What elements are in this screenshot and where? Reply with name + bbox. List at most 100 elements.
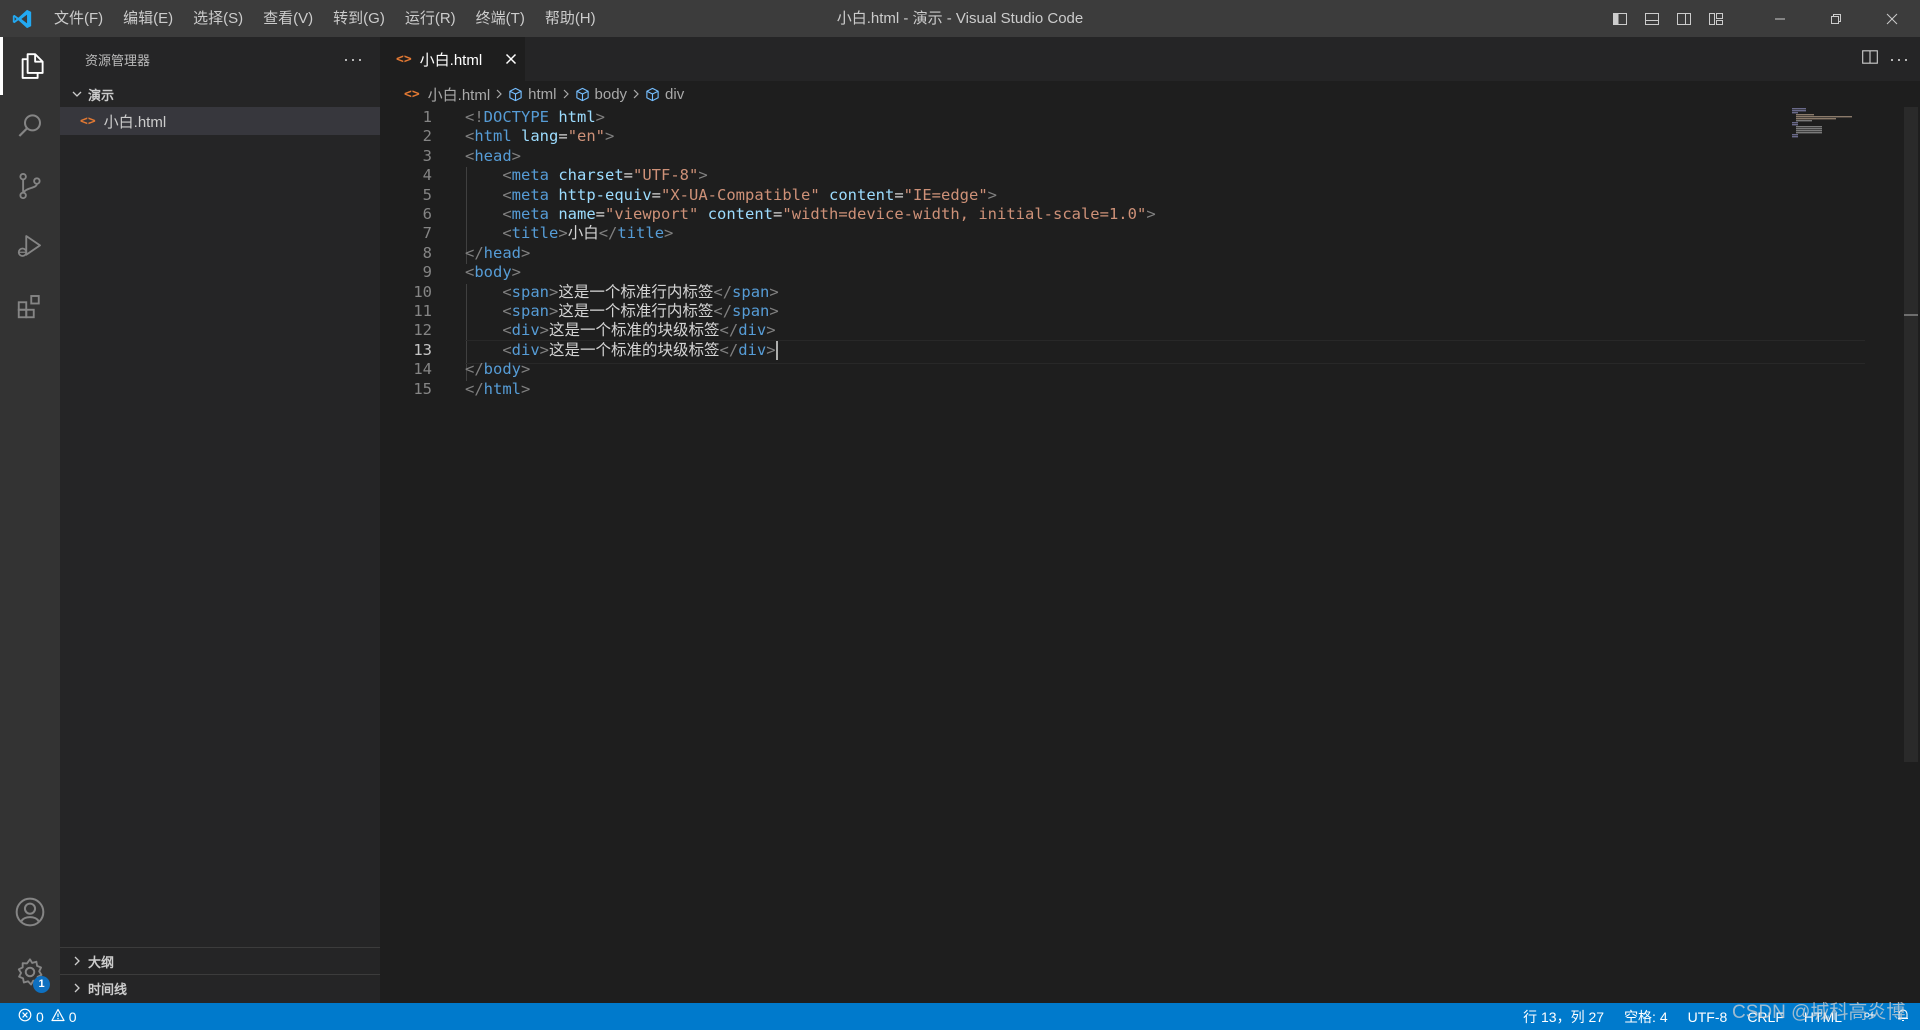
code-editor[interactable]: 1 <!DOCTYPE html> 2 <html lang="en"> 3 <head>… — [380, 107, 1900, 1003]
cursor-position[interactable]: 行 13，列 27 — [1513, 1007, 1614, 1027]
breadcrumb-html[interactable]: html — [508, 85, 557, 103]
split-editor-icon[interactable] — [1861, 48, 1879, 70]
problems-indicator[interactable]: 0 0 — [0, 1008, 77, 1025]
code-token: > — [595, 108, 606, 126]
html-file-icon: <> — [396, 51, 412, 67]
breadcrumb-file[interactable]: <> 小白.html — [404, 84, 490, 105]
code-token: title — [617, 224, 665, 243]
code-token: "en" — [567, 127, 606, 146]
code-token: > — [521, 379, 531, 398]
code-token: </ — [598, 224, 618, 243]
code-token: < — [502, 185, 512, 204]
code-token: content — [707, 205, 774, 223]
code-token: = — [773, 205, 783, 223]
minimize-button[interactable] — [1752, 0, 1808, 37]
code-token: DOCTYPE — [483, 108, 549, 126]
code-token: > — [511, 146, 522, 165]
error-icon — [18, 1008, 32, 1025]
menu-item-7[interactable]: 帮助(H) — [535, 0, 606, 37]
chevron-right-icon — [66, 982, 88, 994]
explorer-icon[interactable] — [0, 37, 60, 95]
breadcrumb-body-label: body — [594, 85, 628, 103]
menu-item-0[interactable]: 文件(F) — [44, 0, 113, 37]
code-token: head — [483, 243, 521, 262]
timeline-section[interactable]: 时间线 — [60, 974, 380, 1001]
scrollbar-cursor-marker — [1904, 314, 1918, 316]
restore-button[interactable] — [1808, 0, 1864, 37]
file-item-xiaobai[interactable]: <> 小白.html — [60, 107, 380, 135]
indentation[interactable]: 空格: 4 — [1614, 1007, 1678, 1027]
code-token: html — [558, 108, 596, 126]
code-token: <! — [465, 108, 484, 126]
menu-item-2[interactable]: 选择(S) — [183, 0, 253, 37]
code-token: body — [474, 263, 512, 282]
folder-label: 演示 — [88, 87, 115, 103]
menu-item-5[interactable]: 运行(R) — [395, 0, 466, 37]
file-label: 小白.html — [103, 113, 167, 131]
toggle-panel-icon[interactable] — [1636, 0, 1668, 37]
code-token: < — [502, 321, 512, 340]
symbol-element-icon — [575, 87, 590, 102]
breadcrumb-body[interactable]: body — [575, 85, 628, 103]
menu-item-4[interactable]: 转到(G) — [323, 0, 395, 37]
toggle-secondary-sidebar-icon[interactable] — [1668, 0, 1700, 37]
settings-gear-icon[interactable]: 1 — [0, 943, 60, 1001]
code-token: > — [549, 302, 559, 320]
run-debug-icon[interactable] — [0, 217, 60, 275]
breadcrumb-html-label: html — [528, 85, 557, 103]
code-token: html — [474, 127, 512, 146]
code-token: "width=device-width, initial-scale=1.0" — [782, 205, 1147, 223]
code-token: content — [829, 185, 895, 204]
code-token: charset — [558, 166, 624, 185]
code-token: < — [465, 263, 475, 282]
chevron-right-icon — [494, 89, 504, 99]
code-token: 这是一个标准行内标签 — [558, 302, 714, 320]
code-token: < — [502, 166, 512, 185]
editor-scrollbar[interactable] — [1904, 107, 1918, 762]
close-icon[interactable] — [502, 50, 520, 68]
more-actions-icon[interactable]: ··· — [1889, 49, 1910, 70]
source-control-icon[interactable] — [0, 157, 60, 215]
account-icon[interactable] — [0, 883, 60, 941]
more-actions-icon[interactable]: ··· — [343, 49, 364, 70]
code-token: > — [664, 224, 674, 243]
code-token: < — [465, 146, 475, 165]
sidebar-title: 资源管理器 — [85, 52, 151, 68]
minimap[interactable] — [1790, 108, 1870, 138]
line-number: 15 — [413, 379, 432, 398]
search-icon[interactable] — [0, 97, 60, 155]
outline-label: 大纲 — [88, 954, 115, 970]
title-bar: 文件(F) 编辑(E) 选择(S) 查看(V) 转到(G) 运行(R) 终端(T) 帮助(H)… — [0, 0, 1920, 37]
code-token: span — [732, 302, 770, 320]
code-token: > — [1146, 205, 1156, 223]
menu-item-3[interactable]: 查看(V) — [253, 0, 323, 37]
folder-demo[interactable]: 演示 — [60, 81, 380, 107]
toggle-primary-sidebar-icon[interactable] — [1604, 0, 1636, 37]
code-line: 15 </html> — [380, 377, 1780, 401]
code-token: 这是一个标准的块级标签 — [549, 321, 720, 340]
tab-xiaobai-html[interactable]: <> 小白.html — [380, 37, 525, 81]
code-token: body — [483, 360, 521, 379]
extensions-icon[interactable] — [0, 277, 60, 335]
code-token: span — [511, 302, 549, 320]
code-token: </ — [719, 340, 739, 359]
code-token: head — [474, 146, 512, 165]
outline-section[interactable]: 大纲 — [60, 947, 380, 974]
menu-item-6[interactable]: 终端(T) — [466, 0, 535, 37]
breadcrumb-div-label: div — [665, 85, 685, 103]
menu-item-1[interactable]: 编辑(E) — [113, 0, 183, 37]
code-token: = — [623, 166, 634, 185]
explorer-sidebar: 资源管理器 ··· 演示 <> 小白.html 大纲 时间线 — [60, 37, 380, 1003]
customize-layout-icon[interactable] — [1700, 0, 1732, 37]
code-token: http-equiv — [558, 185, 652, 204]
code-token: 这是一个标准行内标签 — [558, 282, 714, 301]
encoding[interactable]: UTF-8 — [1678, 1009, 1738, 1025]
code-token: div — [511, 321, 540, 340]
breadcrumb-div[interactable]: div — [645, 86, 684, 103]
close-window-button[interactable] — [1864, 0, 1920, 37]
